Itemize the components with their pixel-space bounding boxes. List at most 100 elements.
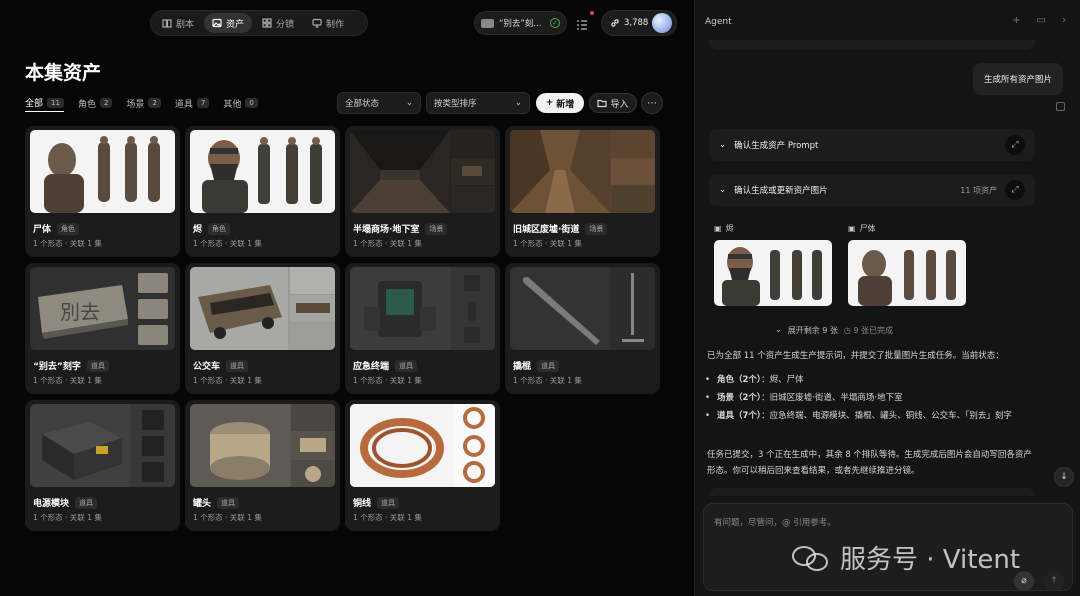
svg-text:別去: 別去	[60, 300, 100, 324]
asset-thumbnail	[350, 267, 495, 350]
asset-type-badge: 角色	[208, 222, 231, 235]
asset-title: 应急终端	[353, 362, 390, 372]
asset-name: 旧城区废墟·街道 场景	[513, 222, 608, 235]
previous-message-block	[709, 40, 1035, 50]
filter-all[interactable]: 全部 11	[25, 94, 64, 112]
filter-count: 0	[245, 98, 258, 108]
arrow-down-icon: ↓	[1060, 472, 1068, 482]
task-list-icon[interactable]	[576, 16, 588, 30]
asset-name: 烬角色	[193, 222, 231, 235]
wechat-logo-icon	[792, 544, 832, 572]
import-label: 导入	[610, 99, 629, 110]
new-asset-button[interactable]: + 新增	[536, 93, 584, 113]
asset-card-can[interactable]: 罐头 道具 1 个形态 · 关联 1 集	[185, 400, 340, 531]
asset-card-copper-wire[interactable]: 铜线 道具 1 个形态 · 关联 1 集	[345, 400, 500, 531]
asset-title: 公交车	[193, 362, 221, 372]
generated-image-jin[interactable]	[714, 240, 832, 306]
asset-meta: 1 个形态 · 关联 1 集	[193, 239, 262, 248]
asset-card-basement[interactable]: 半塌商场·地下室 场景 1 个形态 · 关联 1 集	[345, 126, 500, 257]
thumb-label-corpse: ▣ 尸体	[848, 223, 876, 234]
accordion-title: 确认生成或更新资产图片	[734, 186, 828, 196]
asset-meta: 1 个形态 · 关联 1 集	[513, 239, 582, 248]
asset-meta: 1 个形态 · 关联 1 集	[193, 513, 262, 522]
show-more-row[interactable]: ⌄ 展开剩余 9 张 ◷ 9 张已完成	[775, 325, 893, 336]
asset-card-power-module[interactable]: 电源模块 道具 1 个形态 · 关联 1 集	[25, 400, 180, 531]
bullet-label: 场景（2个）	[717, 393, 762, 403]
asset-title: 铜线	[353, 499, 372, 509]
asset-thumbnail	[350, 130, 495, 213]
bullet-label: 道具（7个）	[717, 411, 762, 421]
watermark-text: 服务号 · Vitent	[840, 545, 1021, 575]
asset-name: 应急终端 道具	[353, 359, 418, 372]
asset-card-corpse[interactable]: 尸体 角色 1 个形态 · 关联 1 集	[25, 126, 180, 257]
asset-title: “别去”刻字	[33, 362, 81, 372]
accordion-images[interactable]: ⌄ 确认生成或更新资产图片 11 项资产 ⤢	[709, 174, 1035, 206]
asset-title: 罐头	[193, 499, 212, 509]
attach-button[interactable]: ⌀	[1014, 571, 1034, 591]
project-selector[interactable]: “别去”刻... ✓	[474, 11, 567, 35]
more-options-button[interactable]: ⋯	[641, 92, 663, 114]
import-button[interactable]: 导入	[589, 93, 637, 113]
thumb-label-jin: ▣ 烬	[714, 223, 734, 234]
show-more-label: 展开剩余 9 张	[787, 326, 838, 335]
agent-panel: Agent + ▭ › 生成所有资产图片 ⌄ 确认生成资产 Prompt ⤢ ⌄…	[694, 0, 1080, 596]
asset-card-crowbar[interactable]: 撬棍 道具 1 个形态 · 关联 1 集	[505, 263, 660, 394]
notification-dot	[590, 11, 594, 15]
chat-icon[interactable]: ▭	[1037, 15, 1046, 26]
project-thumbnail	[481, 18, 494, 28]
bullet-label: 角色（2个）	[717, 375, 762, 385]
status-select[interactable]: 全部状态 ⌄	[337, 92, 421, 114]
asset-card-carving[interactable]: 別去 “别去”刻字 道具 1 个形态 · 关联 1 集	[25, 263, 180, 394]
expand-icon[interactable]: ⤢	[1005, 135, 1025, 155]
chat-input[interactable]: 有问题，尽管问，@ 引用参考。 服务号 · Vitent ⌀ ↑	[703, 503, 1073, 591]
asset-card-terminal[interactable]: 应急终端 道具 1 个形态 · 关联 1 集	[345, 263, 500, 394]
chevron-right-icon[interactable]: ›	[1062, 15, 1066, 26]
asset-card-street[interactable]: 旧城区废墟·街道 场景 1 个形态 · 关联 1 集	[505, 126, 660, 257]
asset-thumbnail	[510, 130, 655, 213]
folder-icon	[597, 98, 608, 108]
tab-script[interactable]: 剧本	[154, 13, 202, 33]
watermark: 服务号 · Vitent	[792, 539, 1020, 576]
credits-balance[interactable]: 3,788	[601, 10, 677, 36]
image-icon: ▣	[848, 224, 856, 233]
plus-icon[interactable]: +	[1012, 15, 1020, 26]
asset-card-bus[interactable]: 公交车 道具 1 个形态 · 关联 1 集	[185, 263, 340, 394]
input-placeholder: 有问题，尽管问，@ 引用参考。	[714, 518, 836, 528]
asset-panel: 剧本 资产 分镜 制作 “别去”刻... ✓ 3,788 本集资产 全部 11 角…	[0, 0, 694, 596]
filter-characters[interactable]: 角色 2	[78, 94, 113, 112]
scroll-down-button[interactable]: ↓	[1054, 467, 1074, 487]
generated-image-corpse[interactable]	[848, 240, 966, 306]
asset-title: 旧城区废墟·街道	[513, 225, 580, 235]
chevron-down-icon: ⌄	[775, 325, 782, 334]
asset-thumbnail: 別去	[30, 267, 175, 350]
bullet-characters: 角色（2个）：烬、尸体	[705, 372, 1035, 388]
tab-production[interactable]: 制作	[304, 13, 352, 33]
asset-meta: 1 个形态 · 关联 1 集	[353, 239, 422, 248]
tab-label: 剧本	[176, 19, 195, 30]
accordion-prompt[interactable]: ⌄ 确认生成资产 Prompt ⤢	[709, 129, 1035, 161]
tab-storyboard[interactable]: 分镜	[254, 13, 302, 33]
asset-meta: 1 个形态 · 关联 1 集	[353, 513, 422, 522]
asset-type-badge: 道具	[86, 359, 109, 372]
asset-name: 公交车 道具	[193, 359, 249, 372]
tab-assets[interactable]: 资产	[204, 13, 253, 33]
sort-select[interactable]: 按类型排序 ⌄	[426, 92, 530, 114]
thumb-title: 烬	[725, 224, 734, 233]
asset-thumbnail	[190, 267, 335, 350]
filter-props[interactable]: 道具 7	[175, 94, 210, 112]
asset-thumbnail	[30, 130, 175, 213]
asset-name: 尸体 角色	[33, 222, 80, 235]
filter-other[interactable]: 其他 0	[223, 94, 258, 112]
monitor-icon	[312, 18, 322, 28]
asset-card-jin[interactable]: 烬角色 1 个形态 · 关联 1 集	[185, 126, 340, 257]
copy-icon[interactable]	[1056, 102, 1065, 111]
asset-thumbnail	[350, 404, 495, 487]
filter-scenes[interactable]: 场景 2	[126, 94, 161, 112]
expand-icon[interactable]: ⤢	[1005, 180, 1025, 200]
asset-name: 半塌商场·地下室 场景	[353, 222, 448, 235]
filter-count: 11	[47, 97, 64, 108]
avatar[interactable]	[652, 13, 672, 33]
asset-meta: 1 个形态 · 关联 1 集	[33, 513, 102, 522]
thumb-title: 尸体	[859, 224, 876, 233]
send-button[interactable]: ↑	[1044, 571, 1064, 591]
